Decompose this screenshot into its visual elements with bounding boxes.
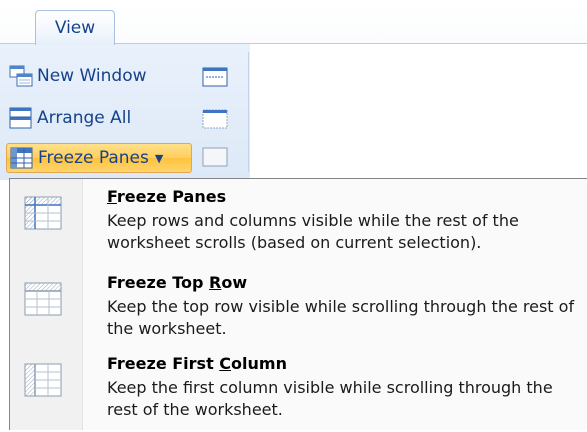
- menu-item-title: Freeze Panes: [107, 187, 227, 206]
- freeze-panes-button[interactable]: Freeze Panes ▼: [6, 143, 192, 173]
- new-window-icon: [9, 65, 33, 87]
- arrange-all-button[interactable]: Arrange All: [9, 104, 131, 132]
- freeze-top-row-icon: [24, 282, 62, 316]
- unhide-icon[interactable]: [201, 146, 229, 168]
- tab-view[interactable]: View: [35, 10, 115, 45]
- menu-item-description: Keep rows and columns visible while the …: [107, 211, 519, 252]
- freeze-first-column-icon: [24, 363, 62, 397]
- arrange-all-icon: [9, 107, 32, 129]
- new-window-label: New Window: [37, 66, 147, 86]
- freeze-panes-label: Freeze Panes: [38, 148, 149, 168]
- arrange-all-label: Arrange All: [37, 108, 132, 128]
- menu-item-description: Keep the first column visible while scro…: [107, 378, 553, 419]
- freeze-panes-option-icon: [24, 196, 62, 230]
- menu-item-freeze-top-row[interactable]: Freeze Top Row Keep the top row visible …: [10, 273, 587, 351]
- freeze-panes-menu: Freeze Panes Keep rows and columns visib…: [9, 178, 587, 430]
- tab-view-label: View: [54, 18, 96, 38]
- chevron-down-icon: ▼: [154, 151, 164, 165]
- menu-item-title: Freeze Top Row: [107, 273, 248, 292]
- freeze-panes-icon: [10, 147, 33, 169]
- menu-item-freeze-panes[interactable]: Freeze Panes Keep rows and columns visib…: [10, 187, 587, 265]
- menu-item-freeze-first-column[interactable]: Freeze First Column Keep the first colum…: [10, 354, 587, 432]
- menu-item-title: Freeze First Column: [107, 354, 287, 373]
- group-separator: [248, 52, 249, 172]
- menu-item-description: Keep the top row visible while scrolling…: [107, 297, 575, 338]
- hide-icon[interactable]: [201, 108, 229, 130]
- new-window-button[interactable]: New Window: [9, 62, 147, 90]
- split-icon[interactable]: [201, 66, 229, 88]
